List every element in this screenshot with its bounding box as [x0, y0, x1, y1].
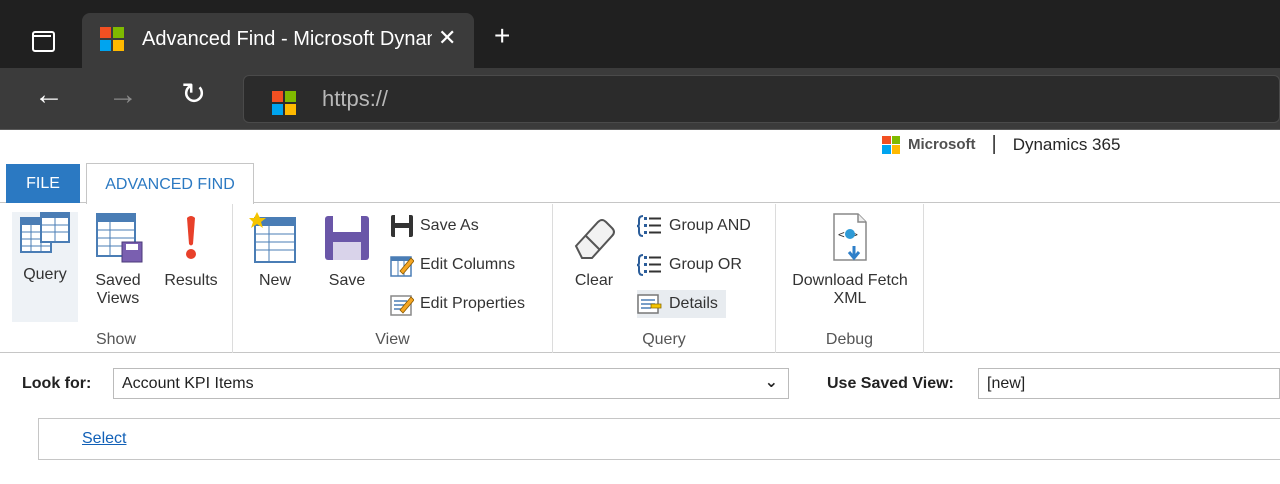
exclamation-icon [186, 216, 196, 259]
address-bar[interactable]: https:// [243, 75, 1280, 123]
new-button[interactable]: New [245, 212, 305, 290]
new-label: New [258, 272, 291, 289]
close-icon[interactable]: ✕ [438, 25, 456, 51]
microsoft-logo-icon [882, 135, 900, 154]
results-button[interactable]: Results [160, 212, 222, 290]
xml-download-icon: < > [833, 213, 867, 261]
microsoft-logo-icon [100, 27, 124, 51]
look-for-label: Look for: [22, 375, 92, 392]
group-or-button[interactable]: Group OR [637, 251, 742, 279]
save-as-icon [391, 215, 413, 237]
details-label: Details [669, 295, 718, 312]
ribbon-group-query: Clear Group AND Group OR Details Query [553, 204, 776, 353]
query-label: Query [23, 266, 67, 283]
group-or-icon [637, 254, 661, 276]
url-text: https:// [322, 86, 389, 111]
save-as-label: Save As [420, 217, 479, 234]
tab-actions-icon[interactable] [28, 26, 56, 54]
ribbon-group-debug: < > Download Fetch XML Debug [776, 204, 924, 353]
group-label-view: View [375, 331, 410, 348]
group-or-label: Group OR [669, 256, 742, 273]
group-label-query: Query [642, 331, 686, 348]
group-and-button[interactable]: Group AND [637, 212, 751, 240]
saved-view-value: [new] [987, 375, 1026, 392]
new-view-icon [249, 212, 296, 263]
saved-views-button[interactable]: Saved Views [86, 212, 150, 308]
chevron-down-icon: ⌄ [764, 374, 778, 391]
saved-views-label: Saved Views [95, 272, 141, 307]
results-label: Results [164, 272, 218, 289]
download-fetch-xml-button[interactable]: < > Download Fetch XML [784, 212, 916, 308]
download-fetch-xml-label: Download Fetch XML [792, 272, 908, 307]
group-label-show: Show [95, 331, 137, 348]
edit-properties-icon [390, 295, 414, 316]
details-icon [637, 294, 662, 314]
ribbon-group-show: Query Saved Views Results Show [0, 204, 233, 353]
ribbon-tab-strip: FILE ADVANCED FIND [0, 163, 1280, 204]
floppy-disk-icon [325, 216, 369, 260]
save-as-button[interactable]: Save As [390, 212, 479, 240]
group-label-debug: Debug [825, 331, 874, 348]
use-saved-view-select[interactable]: [new] [978, 368, 1280, 399]
header-separator: | [991, 133, 997, 155]
use-saved-view-label: Use Saved View: [827, 375, 954, 392]
browser-tab-bar: Advanced Find - Microsoft Dynamics 365 ✕… [0, 0, 1280, 69]
tab-advanced-find[interactable]: ADVANCED FIND [86, 163, 254, 204]
forward-arrow-icon[interactable]: → [108, 80, 138, 110]
edit-properties-button[interactable]: Edit Properties [390, 290, 525, 318]
edit-properties-label: Edit Properties [420, 295, 525, 312]
ribbon: Query Saved Views Results Show New Save … [0, 204, 1280, 353]
dynamics-header: Microsoft | Dynamics 365 [882, 133, 1120, 156]
clear-button[interactable]: Clear [563, 212, 625, 290]
refresh-icon[interactable]: ↻ [181, 80, 206, 110]
group-and-label: Group AND [669, 217, 751, 234]
new-tab-button[interactable]: + [494, 22, 510, 50]
details-button[interactable]: Details [637, 290, 726, 318]
edit-columns-icon [390, 256, 414, 277]
ribbon-group-view: New Save Save As Edit Columns Edit Prope… [233, 204, 553, 353]
browser-toolbar: ← → ↻ https:// [0, 68, 1280, 130]
query-criteria-area: Select [38, 418, 1280, 460]
edit-columns-button[interactable]: Edit Columns [390, 251, 515, 279]
group-and-icon [637, 215, 661, 237]
saved-views-icon [96, 213, 143, 263]
eraser-icon [574, 219, 615, 259]
look-for-value: Account KPI Items [122, 375, 254, 392]
tab-title: Advanced Find - Microsoft Dynamics 365 [142, 28, 432, 50]
look-for-select[interactable]: Account KPI Items ⌄ [113, 368, 789, 399]
browser-tab[interactable]: Advanced Find - Microsoft Dynamics 365 ✕ [82, 13, 474, 69]
query-button[interactable]: Query [12, 212, 78, 322]
microsoft-wordmark: Microsoft [908, 136, 976, 153]
product-name: Dynamics 365 [1012, 134, 1121, 154]
edit-columns-label: Edit Columns [420, 256, 516, 273]
save-label: Save [328, 272, 366, 289]
select-link[interactable]: Select [82, 430, 126, 448]
back-arrow-icon[interactable]: ← [34, 80, 64, 110]
clear-label: Clear [574, 272, 614, 289]
site-favicon-icon [272, 91, 296, 115]
tab-file[interactable]: FILE [6, 164, 80, 203]
query-grid-icon [20, 212, 70, 253]
save-button[interactable]: Save [317, 212, 377, 290]
